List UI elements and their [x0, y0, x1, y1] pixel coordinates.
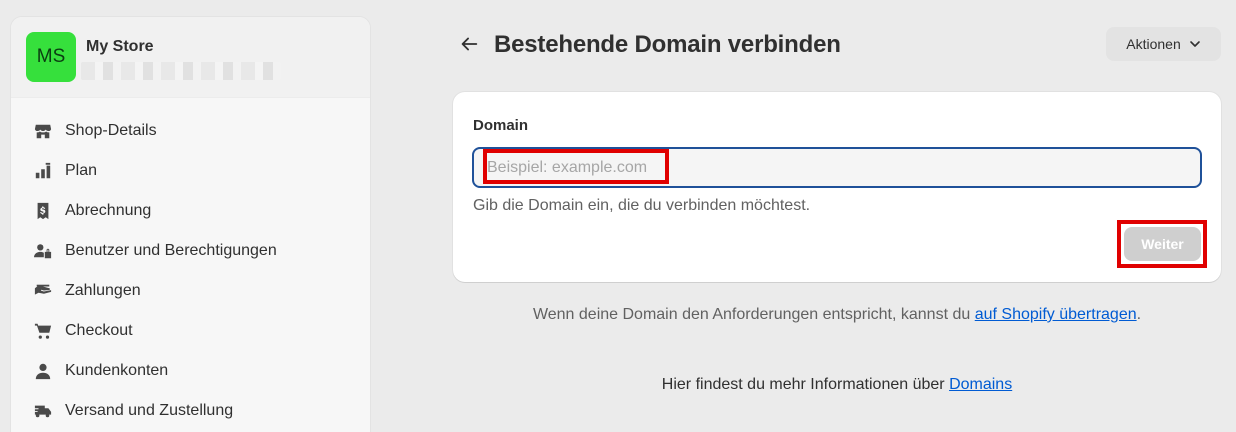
back-arrow-icon[interactable] — [458, 33, 482, 57]
users-icon — [33, 241, 53, 261]
sidebar-item-billing[interactable]: Abrechnung — [11, 191, 370, 231]
store-header[interactable]: MS My Store — [11, 17, 370, 98]
transfer-text: Wenn deine Domain den Anforderungen ents… — [532, 306, 975, 323]
settings-sidebar: MS My Store Shop-Details Plan Abrechnung — [10, 16, 371, 432]
next-button[interactable]: Weiter — [1124, 227, 1201, 261]
page-title: Bestehende Domain verbinden — [494, 31, 841, 58]
sidebar-item-label: Plan — [65, 162, 98, 179]
sidebar-item-plan[interactable]: Plan — [11, 151, 370, 191]
domains-info-text: Hier findest du mehr Informationen über — [661, 376, 950, 393]
sidebar-item-checkout[interactable]: Checkout — [11, 311, 370, 351]
plan-icon — [33, 161, 53, 181]
sidebar-item-payments[interactable]: Zahlungen — [11, 271, 370, 311]
domains-link[interactable]: Domains — [949, 376, 1012, 393]
store-url-redacted — [81, 62, 281, 80]
domains-info: Hier findest du mehr Informationen über … — [453, 376, 1221, 394]
sidebar-item-shipping[interactable]: Versand und Zustellung — [11, 391, 370, 431]
transfer-link[interactable]: auf Shopify übertragen — [975, 306, 1137, 323]
sidebar-item-users[interactable]: Benutzer und Berechtigungen — [11, 231, 370, 271]
settings-nav: Shop-Details Plan Abrechnung Benutzer un… — [11, 98, 370, 431]
payments-icon — [33, 281, 53, 301]
billing-icon — [33, 201, 53, 221]
sidebar-item-label: Zahlungen — [65, 282, 141, 299]
person-icon — [33, 361, 53, 381]
domain-card: Domain Gib die Domain ein, die du verbin… — [453, 92, 1221, 282]
transfer-info: Wenn deine Domain den Anforderungen ents… — [453, 306, 1221, 324]
store-avatar: MS — [26, 32, 76, 82]
domain-input[interactable] — [472, 147, 1202, 188]
sidebar-item-label: Kundenkonten — [65, 362, 169, 379]
store-name: My Store — [86, 38, 154, 55]
truck-icon — [33, 401, 53, 421]
sidebar-item-label: Abrechnung — [65, 202, 152, 219]
chevron-down-icon — [1189, 41, 1200, 47]
sidebar-item-customer-accounts[interactable]: Kundenkonten — [11, 351, 370, 391]
actions-dropdown-button[interactable]: Aktionen — [1106, 27, 1221, 61]
sidebar-item-label: Checkout — [65, 322, 133, 339]
sidebar-item-shop-details[interactable]: Shop-Details — [11, 111, 370, 151]
sidebar-item-label: Benutzer und Berechtigungen — [65, 242, 277, 259]
domain-help-text: Gib die Domain ein, die du verbinden möc… — [473, 197, 811, 214]
store-icon — [33, 121, 53, 141]
sidebar-item-label: Versand und Zustellung — [65, 402, 234, 419]
sidebar-item-label: Shop-Details — [65, 122, 157, 139]
actions-label: Aktionen — [1126, 36, 1181, 52]
cart-icon — [33, 321, 53, 341]
domain-field-label: Domain — [473, 117, 529, 134]
transfer-suffix: . — [1136, 306, 1142, 323]
